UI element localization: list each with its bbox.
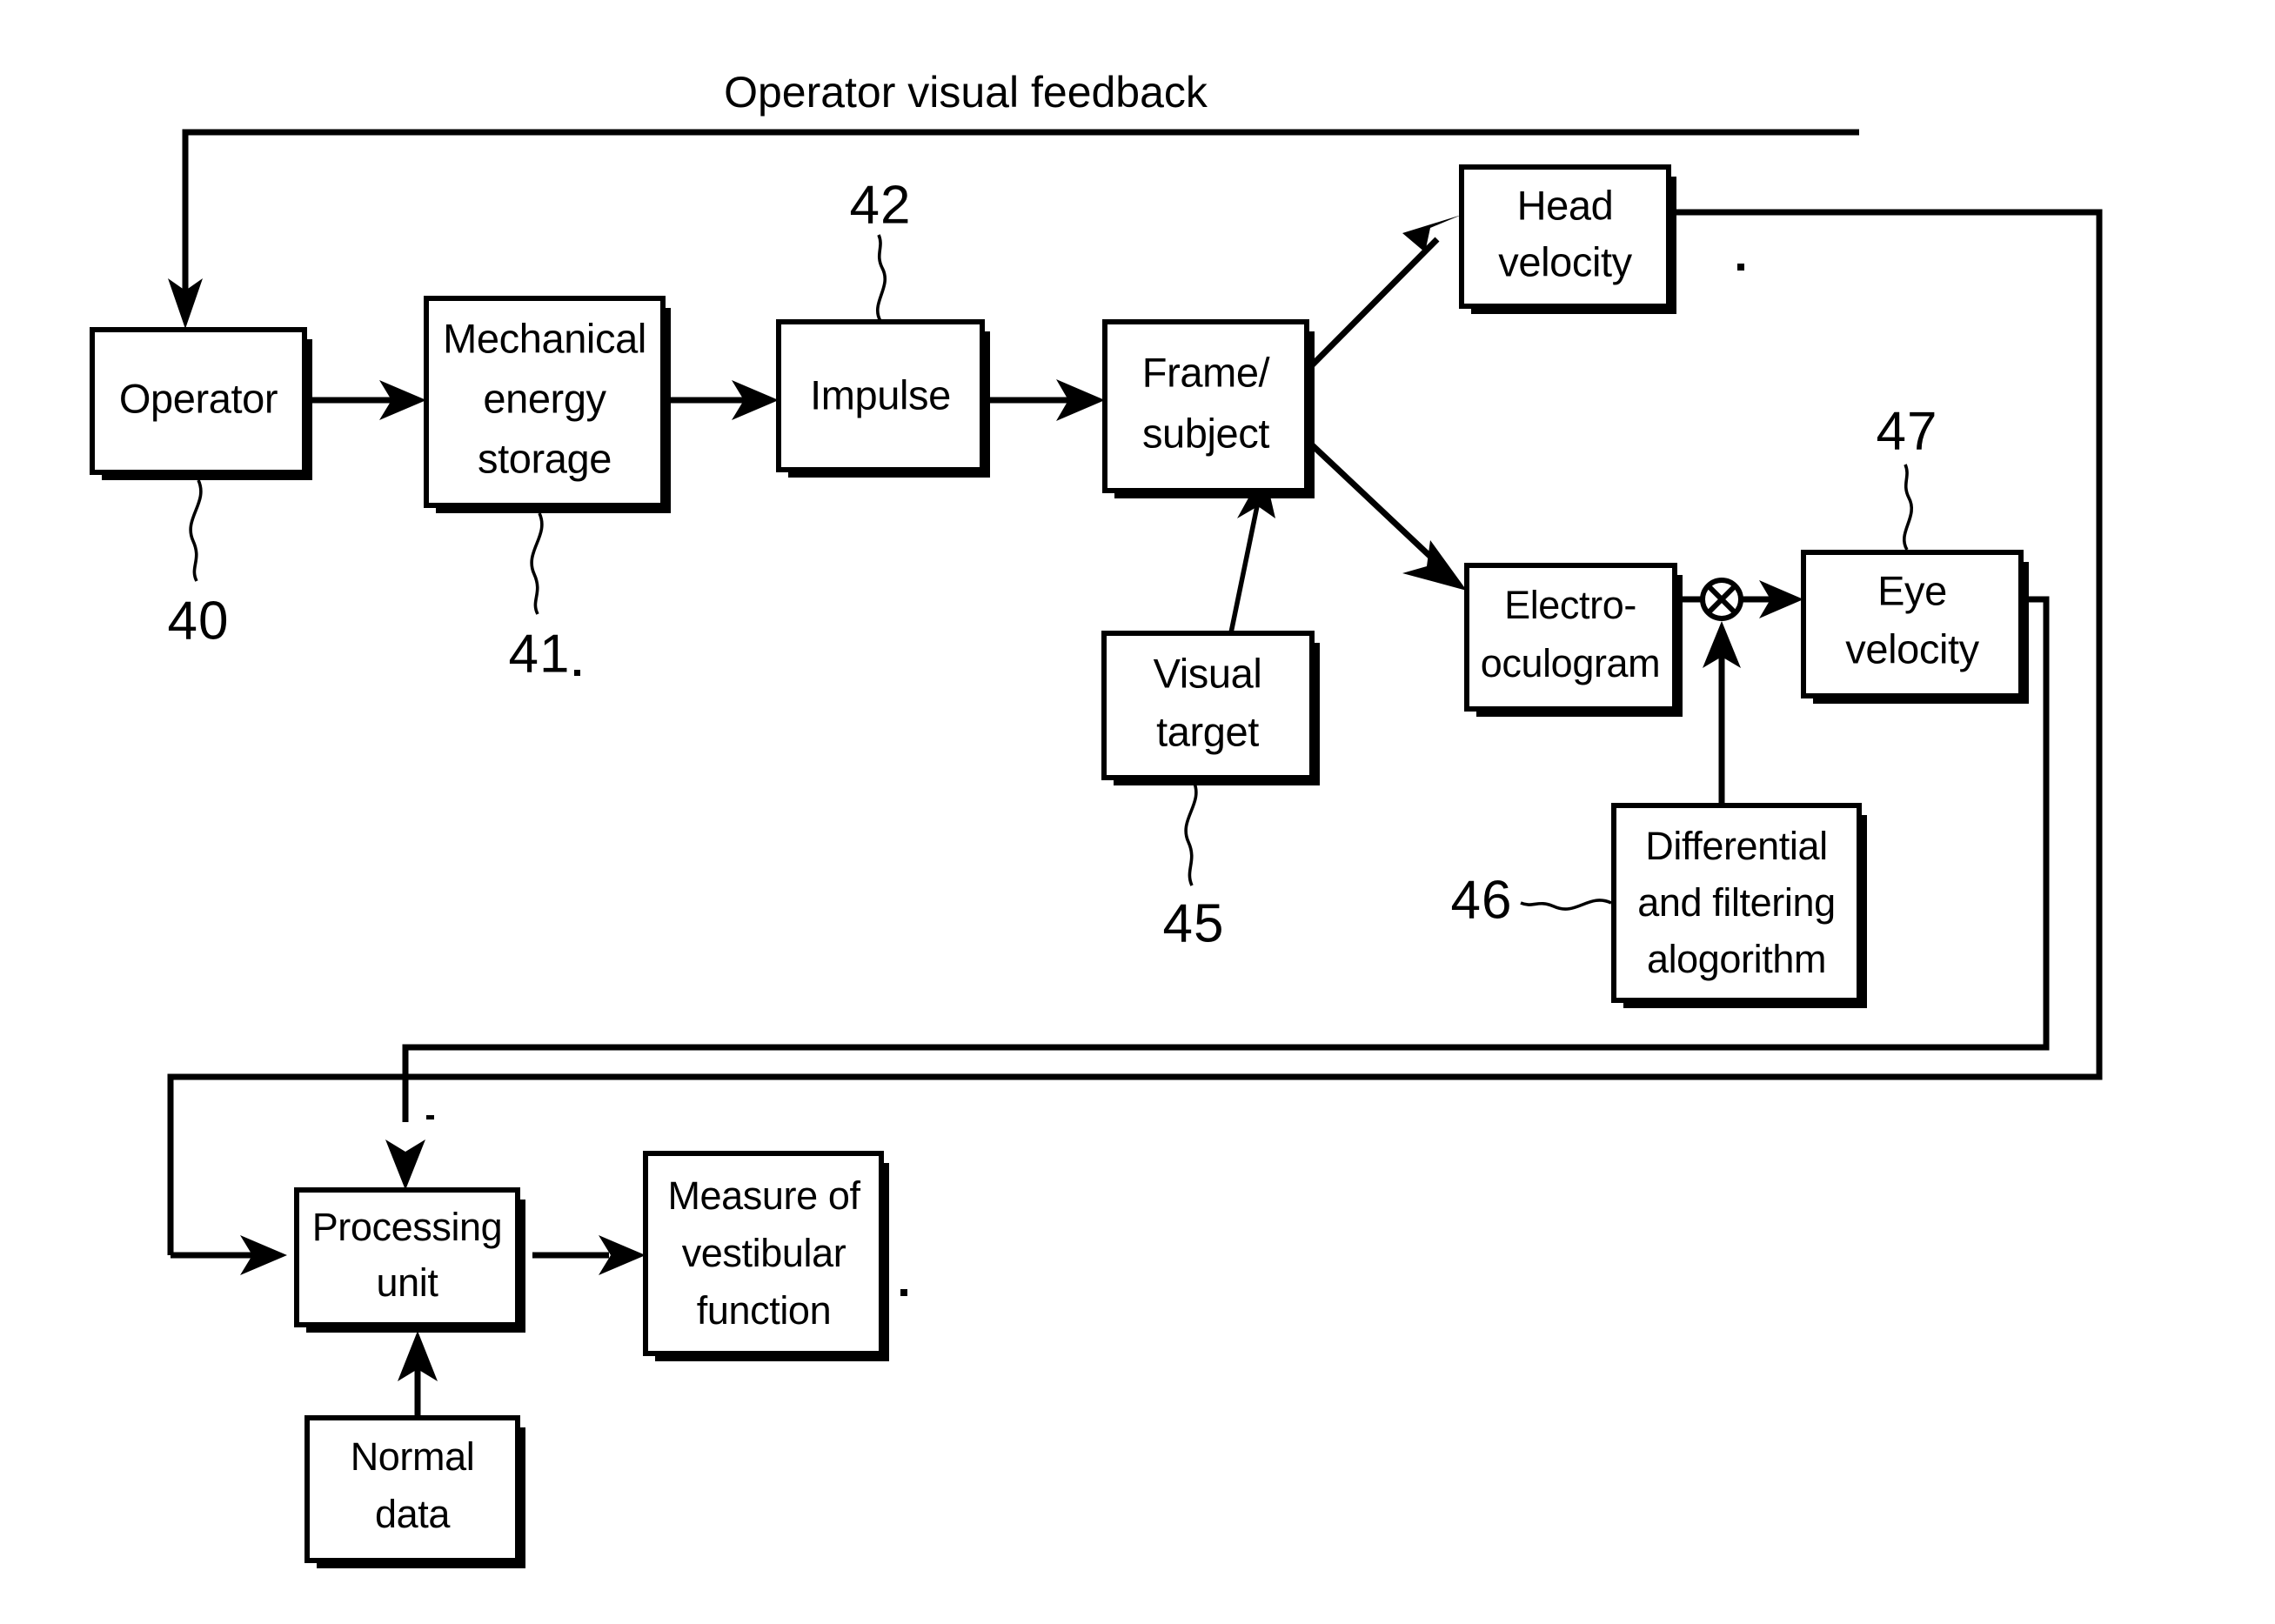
box-visual-target-label-line1: Visual xyxy=(1154,650,1262,696)
box-frame-subject[interactable]: Frame/ subject xyxy=(1102,319,1315,498)
box-eye-velocity[interactable]: Eye velocity xyxy=(1801,550,2029,704)
reference-numeral-40-text: 40 xyxy=(168,591,230,651)
box-eye-velocity-label-line1: Eye xyxy=(1877,567,1947,613)
arrowhead-processing-unit-top xyxy=(385,1139,425,1190)
block-diagram-svg: Operator visual feedback Operator Mechan… xyxy=(90,68,2103,1568)
box-operator[interactable]: Operator xyxy=(90,327,312,480)
box-normal-data-label-line2: data xyxy=(375,1492,451,1536)
reference-numeral-42-text: 42 xyxy=(850,175,912,235)
diagram-title: Operator visual feedback xyxy=(724,68,1208,117)
box-electro-oculogram-label-line1: Electro- xyxy=(1504,583,1636,627)
box-frame-subject-label-line1: Frame/ xyxy=(1142,349,1271,395)
box-normal-data-label-line1: Normal xyxy=(351,1434,475,1479)
box-frame-subject-label-line2: subject xyxy=(1142,410,1269,456)
reference-numeral-42: 42 xyxy=(850,175,912,322)
box-measure-label-line1: Measure of xyxy=(667,1173,860,1218)
box-mechanical-energy-storage[interactable]: Mechanical energy storage xyxy=(424,296,671,513)
reference-numeral-46: 46 xyxy=(1451,870,1612,930)
box-mechanical-energy-storage-label-line2: energy xyxy=(483,375,606,421)
box-visual-target[interactable]: Visual target xyxy=(1101,631,1320,785)
box-head-velocity-label-line1: Head xyxy=(1517,182,1614,228)
reference-numeral-46-text: 46 xyxy=(1451,870,1513,930)
box-operator-label: Operator xyxy=(119,375,278,421)
box-head-velocity-label-line2: velocity xyxy=(1498,238,1632,284)
box-differential-label-line1: Differential xyxy=(1645,824,1827,868)
box-eye-velocity-label-line2: velocity xyxy=(1845,625,1979,672)
box-electro-oculogram-label-line2: oculogram xyxy=(1481,641,1661,685)
reference-numeral-47-text: 47 xyxy=(1877,401,1938,461)
box-differential-filtering-algorithm[interactable]: Differential and filtering alogorithm xyxy=(1611,803,1867,1008)
box-visual-target-label-line2: target xyxy=(1156,708,1259,754)
box-differential-label-line3: alogorithm xyxy=(1647,937,1826,981)
reference-numeral-41-text: 41 xyxy=(509,624,571,684)
reference-numeral-41: 41 xyxy=(509,512,571,684)
summing-junction xyxy=(1700,578,1743,621)
box-impulse[interactable]: Impulse xyxy=(776,319,990,478)
reference-numeral-45: 45 xyxy=(1163,780,1225,953)
reference-numeral-40: 40 xyxy=(168,479,230,651)
box-mechanical-energy-storage-label-line1: Mechanical xyxy=(443,315,646,361)
box-impulse-label: Impulse xyxy=(810,371,951,418)
box-processing-unit[interactable]: Processing unit xyxy=(294,1187,525,1333)
reference-numeral-45-text: 45 xyxy=(1163,893,1225,953)
box-head-velocity[interactable]: Head velocity xyxy=(1459,164,1676,314)
box-normal-data[interactable]: Normal data xyxy=(304,1415,525,1568)
wire-frame-to-head-velocity xyxy=(1302,237,1440,375)
box-mechanical-energy-storage-label-line3: storage xyxy=(478,435,612,481)
box-measure-of-vestibular-function[interactable]: Measure of vestibular function xyxy=(643,1151,889,1361)
box-processing-unit-label-line2: unit xyxy=(377,1260,439,1305)
box-electro-oculogram[interactable]: Electro- oculogram xyxy=(1464,563,1683,717)
reference-numeral-47: 47 xyxy=(1877,401,1938,551)
wire-frame-to-electro-oculogram xyxy=(1302,436,1442,568)
box-processing-unit-label-line1: Processing xyxy=(312,1205,503,1249)
arrowhead-electro-oculogram xyxy=(1402,540,1467,591)
box-differential-label-line2: and filtering xyxy=(1637,880,1835,925)
box-measure-label-line3: function xyxy=(697,1288,831,1333)
box-measure-label-line2: vestibular xyxy=(682,1231,846,1275)
patent-figure-diagram: Operator visual feedback Operator Mechan… xyxy=(0,0,2275,1624)
